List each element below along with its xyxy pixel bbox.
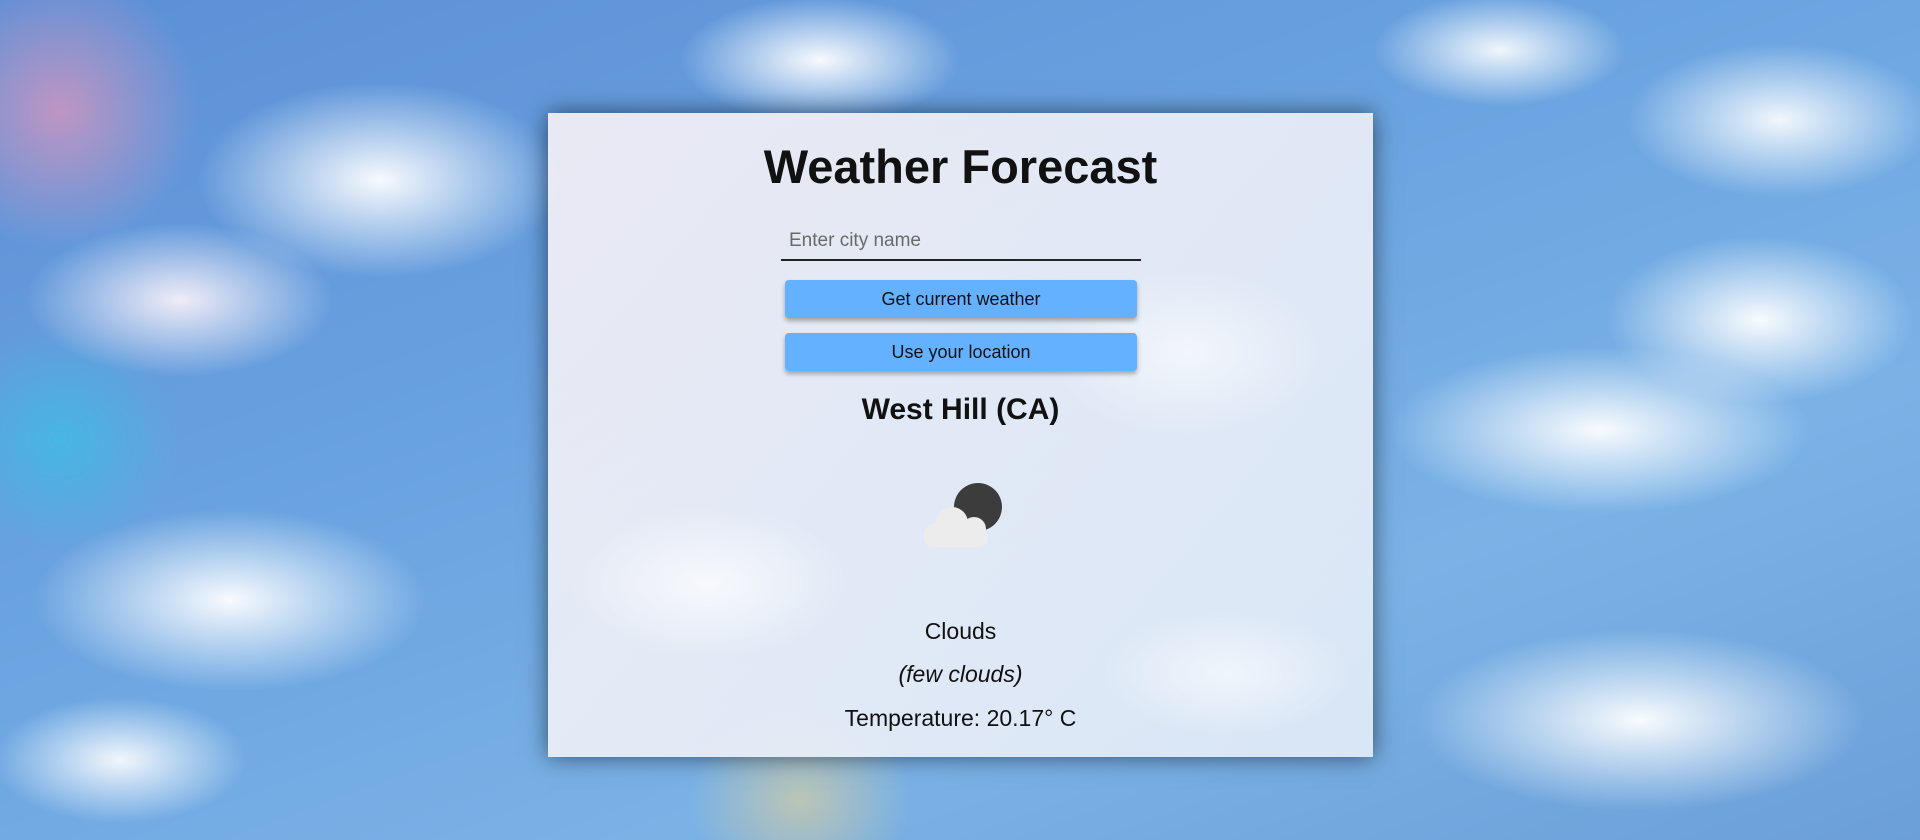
location-name: West Hill (CA): [861, 393, 1060, 426]
weather-card: Weather Forecast Get current weather Use…: [548, 113, 1373, 757]
page-title: Weather Forecast: [763, 140, 1158, 193]
temperature-readout: Temperature: 20.17° C: [844, 705, 1077, 731]
use-location-button[interactable]: Use your location: [785, 333, 1137, 371]
weather-condition: Clouds: [924, 618, 997, 644]
get-current-weather-button[interactable]: Get current weather: [785, 280, 1137, 318]
city-search-input[interactable]: [781, 223, 1141, 261]
weather-description: (few clouds): [898, 661, 1023, 687]
partly-cloudy-night-icon: [924, 483, 1002, 547]
